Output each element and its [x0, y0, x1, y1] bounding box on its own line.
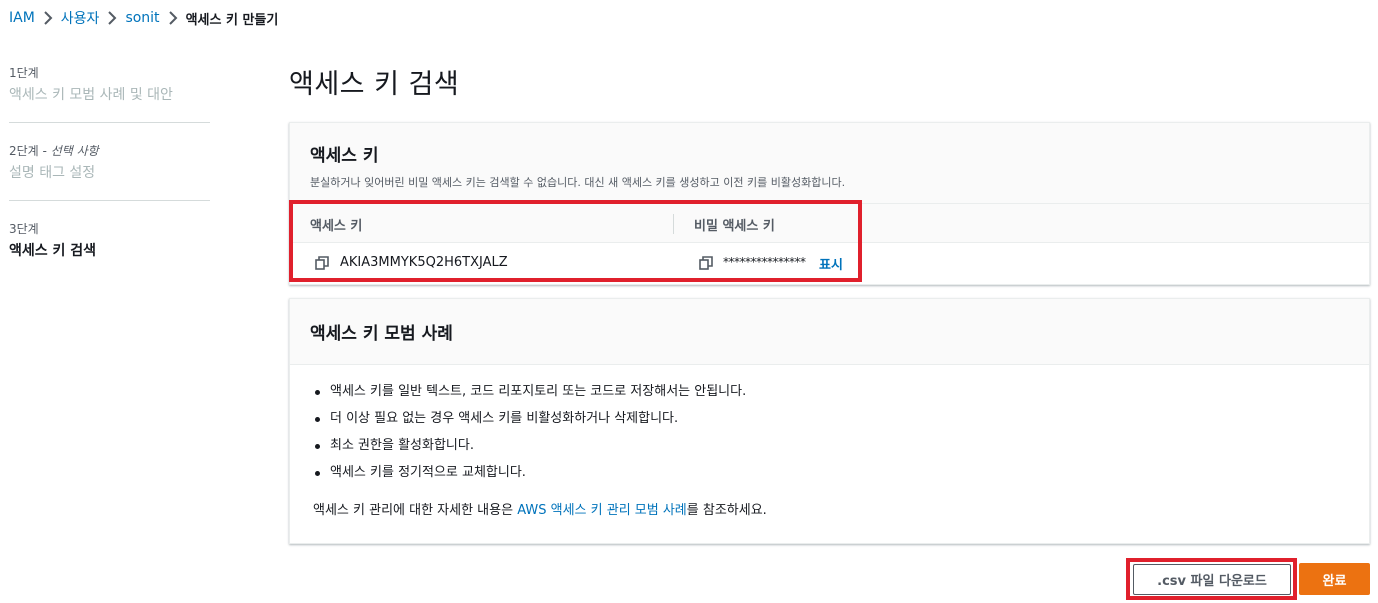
- breadcrumb-iam[interactable]: IAM: [9, 10, 35, 26]
- step-divider: [9, 200, 210, 201]
- step-divider: [9, 122, 210, 123]
- best-practices-header: 액세스 키 모범 사례: [290, 299, 1369, 365]
- list-item: 더 이상 필요 없는 경우 액세스 키를 비활성화하거나 삭제합니다.: [314, 411, 1369, 438]
- best-practices-list: 액세스 키를 일반 텍스트, 코드 리포지토리 또는 코드로 저장해서는 안됩니…: [290, 384, 1369, 492]
- column-header-access-key: 액세스 키: [310, 219, 363, 234]
- list-item: 최소 권한을 활성화합니다.: [314, 438, 1369, 465]
- access-key-panel: 액세스 키 분실하거나 잊어버린 비밀 액세스 키는 검색할 수 없습니다. 대…: [289, 122, 1370, 285]
- breadcrumb-current: 액세스 키 만들기: [185, 12, 279, 28]
- step-3: 3단계 액세스 키 검색: [9, 220, 210, 260]
- chevron-right-icon: [35, 8, 61, 28]
- list-item: 액세스 키를 일반 텍스트, 코드 리포지토리 또는 코드로 저장해서는 안됩니…: [314, 384, 1369, 411]
- chevron-right-icon: [160, 8, 186, 28]
- step-1: 1단계 액세스 키 모범 사례 및 대안: [9, 64, 210, 104]
- best-practices-link[interactable]: AWS 액세스 키 관리 모범 사례: [517, 503, 687, 518]
- download-csv-button[interactable]: .csv 파일 다운로드: [1133, 564, 1291, 595]
- step-2-optional: - 선택 사항: [42, 144, 99, 158]
- step-2: 2단계 - 선택 사항 설명 태그 설정: [9, 142, 210, 182]
- breadcrumb-user-sonit[interactable]: sonit: [125, 10, 159, 26]
- page-title: 액세스 키 검색: [289, 69, 460, 100]
- access-key-panel-header: 액세스 키 분실하거나 잊어버린 비밀 액세스 키는 검색할 수 없습니다. 대…: [290, 123, 1369, 204]
- list-item: 액세스 키를 정기적으로 교체합니다.: [314, 465, 1369, 492]
- step-3-title: 액세스 키 검색: [9, 243, 97, 259]
- chevron-right-icon: [99, 8, 125, 28]
- breadcrumb: IAM 사용자 sonit 액세스 키 만들기: [9, 8, 278, 28]
- copy-icon[interactable]: [699, 256, 713, 270]
- step-2-title: 설명 태그 설정: [9, 165, 96, 181]
- access-key-panel-description: 분실하거나 잊어버린 비밀 액세스 키는 검색할 수 없습니다. 대신 새 액세…: [310, 176, 846, 189]
- step-2-number-text: 2단계: [9, 144, 39, 158]
- access-key-panel-title: 액세스 키: [310, 146, 379, 166]
- footer-text-before: 액세스 키 관리에 대한 자세한 내용은: [313, 503, 518, 518]
- secret-key-masked: ***************: [723, 255, 806, 269]
- step-2-number: 2단계 - 선택 사항: [9, 142, 210, 158]
- keys-table-header: 액세스 키 비밀 액세스 키: [290, 204, 1369, 243]
- keys-table-row: AKIA3MMYK5Q2H6TXJALZ *************** 표시: [290, 243, 1369, 284]
- access-key-value: AKIA3MMYK5Q2H6TXJALZ: [340, 255, 508, 270]
- create-access-key-page: IAM 사용자 sonit 액세스 키 만들기 1단계 액세스 키 모범 사례 …: [0, 0, 1378, 603]
- best-practices-panel: 액세스 키 모범 사례 액세스 키를 일반 텍스트, 코드 리포지토리 또는 코…: [289, 298, 1370, 544]
- wizard-steps: 1단계 액세스 키 모범 사례 및 대안 2단계 - 선택 사항 설명 태그 설…: [9, 64, 210, 260]
- step-1-title: 액세스 키 모범 사례 및 대안: [9, 87, 173, 103]
- column-header-secret-key: 비밀 액세스 키: [694, 219, 775, 234]
- footer-text-after: 를 참조하세요.: [686, 503, 767, 518]
- copy-icon[interactable]: [315, 256, 329, 270]
- step-3-number: 3단계: [9, 222, 39, 236]
- best-practices-footer: 액세스 키 관리에 대한 자세한 내용은 AWS 액세스 키 관리 모범 사례를…: [313, 499, 1369, 518]
- column-divider: [673, 214, 674, 234]
- step-1-number: 1단계: [9, 66, 39, 80]
- done-button[interactable]: 완료: [1299, 563, 1370, 595]
- best-practices-title: 액세스 키 모범 사례: [310, 324, 453, 344]
- show-secret-link[interactable]: 표시: [819, 254, 843, 273]
- breadcrumb-users[interactable]: 사용자: [61, 8, 100, 28]
